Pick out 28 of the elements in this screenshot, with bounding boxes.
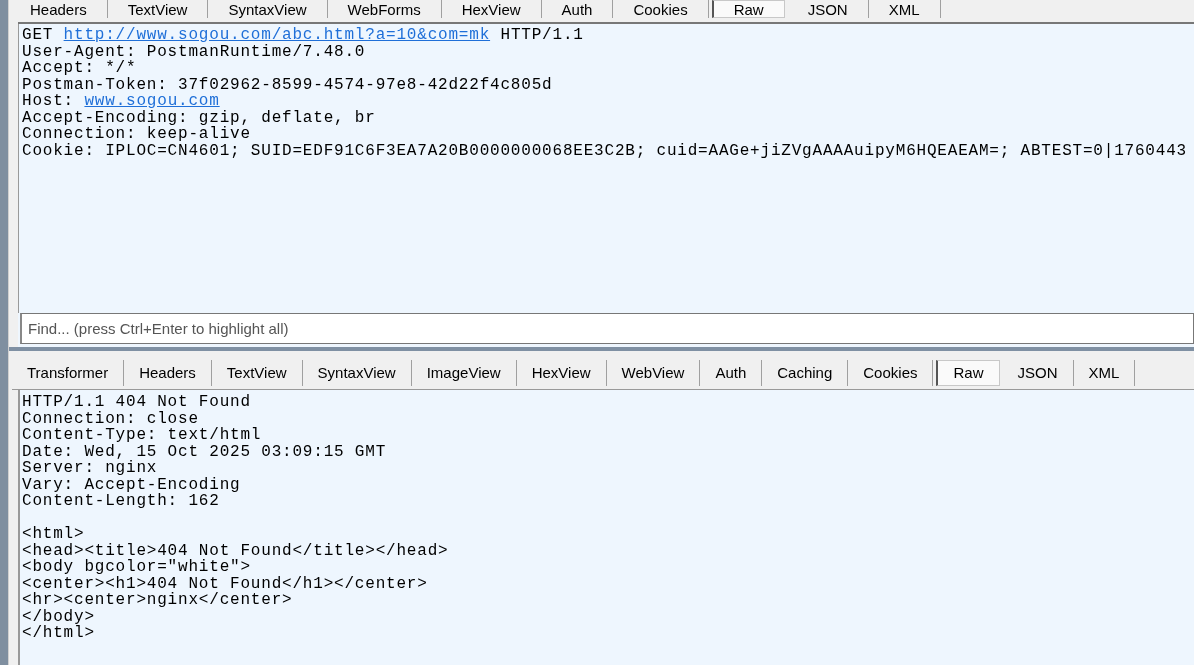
- request-text: Host:: [22, 92, 75, 110]
- tab[interactable]: Raw: [936, 360, 1000, 386]
- response-body-line: </body>: [22, 608, 95, 625]
- response-body-line: <hr><center>nginx</center>: [22, 592, 293, 609]
- response-body-line: <body bgcolor="white">: [22, 559, 251, 576]
- response-body-line: </html>: [22, 625, 95, 642]
- response-header-line: Server: nginx: [22, 460, 158, 477]
- response-body-line: <center><h1>404 Not Found</h1></center>: [22, 575, 428, 592]
- response-header-line: HTTP/1.1 404 Not Found: [22, 394, 251, 411]
- request-text: Connection: keep-alive: [22, 125, 251, 143]
- response-header-line: Connection: close: [22, 410, 199, 427]
- request-text: Postman-Token: 37f02962-8599-4574-97e8-42d22f4c805d: [22, 75, 553, 94]
- response-header-line: Vary: Accept-Encoding: [22, 476, 241, 493]
- url-link[interactable]: www.sogou.com: [84, 92, 220, 110]
- response-header-line: Content-Type: text/html: [22, 427, 262, 444]
- find-field[interactable]: Find... (press Ctrl+Enter to highlight all): [20, 313, 1194, 344]
- request-text: GET: [22, 26, 55, 44]
- response-body-line: <html>: [22, 526, 85, 543]
- response-header-line: Content-Length: 162: [22, 493, 220, 510]
- request-text: User-Agent: PostmanRuntime/7.48.0: [22, 42, 366, 61]
- url-link[interactable]: http://www.sogou.com/abc.html?a=10&com=mk: [63, 26, 491, 44]
- response-body-line: <head><title>404 Not Found</title></head>: [22, 542, 449, 559]
- response-header-line: Date: Wed, 15 Oct 2025 03:09:15 GMT: [22, 443, 387, 460]
- tab[interactable]: Raw: [711, 0, 785, 18]
- request-text: Accept: */*: [22, 59, 137, 77]
- request-text: Accept-Encoding: gzip, deflate, br: [22, 108, 376, 127]
- request-text: Cookie: IPLOC=CN4601; SUID=EDF91C6F3EA7A20B0000000068EE3C2B; cuid=AAGe+jiZVgAAAAuipyM6HQEAEAM=; ABTEST=0|1760443: [22, 141, 1187, 160]
- request-text: HTTP/1.1: [499, 26, 584, 44]
